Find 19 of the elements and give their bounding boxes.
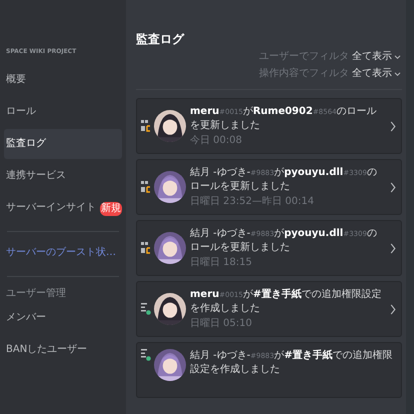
filter-dropdown[interactable]: 全て表示 bbox=[352, 50, 401, 64]
filter-label: 操作内容でフィルタ bbox=[259, 67, 349, 81]
sidebar-item[interactable]: サーバーインサイト bbox=[4, 193, 98, 223]
sidebar-link[interactable]: サーバーのブースト状… bbox=[4, 238, 122, 268]
sidebar-item[interactable]: メンバー bbox=[4, 303, 122, 333]
filter-label: ユーザーでフィルタ bbox=[259, 50, 349, 64]
new-badge: 新規 bbox=[100, 202, 122, 216]
entry-timestamp: 日曜日 05:10 bbox=[190, 317, 253, 330]
page-title: 監査ログ bbox=[136, 32, 186, 46]
entry-timestamp: 日曜日 23:52—昨日 00:14 bbox=[190, 195, 315, 208]
sidebar-item[interactable]: BANしたユーザー bbox=[4, 335, 122, 365]
sidebar-item[interactable]: 概要 bbox=[4, 65, 122, 95]
sidebar-item[interactable]: ロール bbox=[4, 97, 122, 127]
sidebar-item[interactable]: 連携サービス bbox=[4, 161, 122, 191]
filter-dropdown[interactable]: 全て表示 bbox=[352, 67, 401, 81]
entry-timestamp: 日曜日 18:15 bbox=[190, 256, 253, 269]
section-heading: ユーザー管理 bbox=[5, 287, 67, 301]
sidebar-item[interactable]: 監査ログ bbox=[4, 129, 122, 159]
entry-timestamp: 今日 00:08 bbox=[190, 134, 243, 147]
